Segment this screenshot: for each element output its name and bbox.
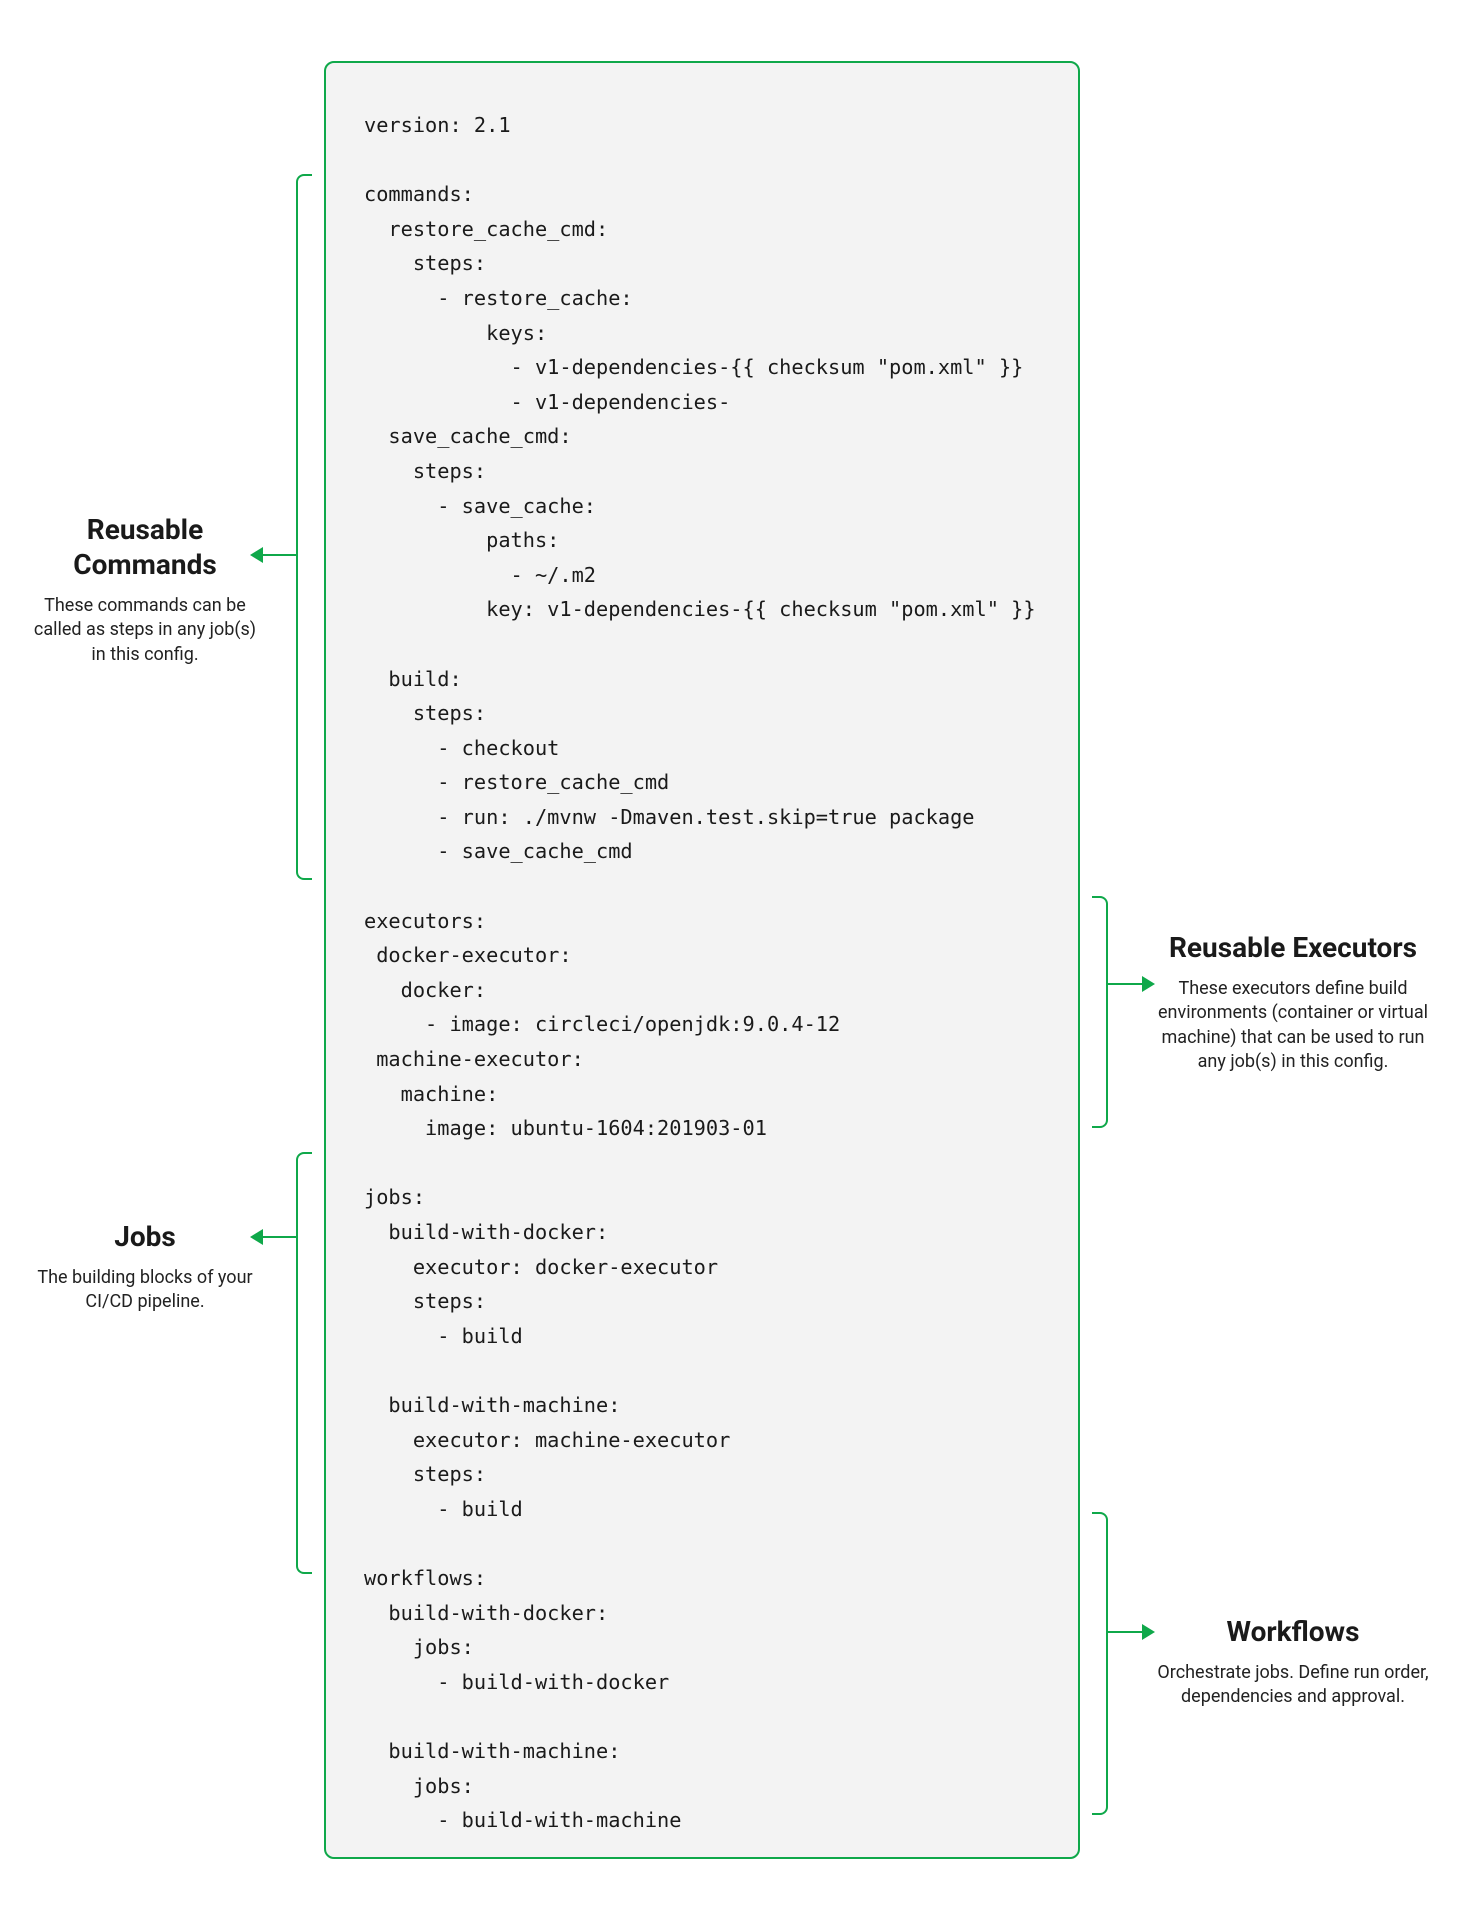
bracket-workflows — [1092, 1512, 1108, 1815]
arrow-line-jobs — [262, 1236, 296, 1238]
arrow-head-reusable-commands — [250, 547, 263, 563]
annotation-title: Jobs — [28, 1219, 262, 1254]
annotation-reusable-executors: Reusable Executors These executors defin… — [1152, 930, 1434, 1074]
annotation-desc: Orchestrate jobs. Define run order, depe… — [1152, 1661, 1434, 1710]
annotation-reusable-commands: Reusable Commands These commands can be … — [28, 512, 262, 667]
arrow-line-reusable-executors — [1108, 983, 1142, 985]
config-code-box: version: 2.1 commands: restore_cache_cmd… — [324, 61, 1080, 1859]
arrow-line-reusable-commands — [262, 554, 296, 556]
annotation-title: Workflows — [1152, 1614, 1434, 1649]
annotation-jobs: Jobs The building blocks of your CI/CD p… — [28, 1219, 262, 1315]
bracket-jobs — [296, 1152, 312, 1574]
annotation-desc: The building blocks of your CI/CD pipeli… — [28, 1266, 262, 1315]
annotation-workflows: Workflows Orchestrate jobs. Define run o… — [1152, 1614, 1434, 1710]
annotation-desc: These commands can be called as steps in… — [28, 594, 262, 667]
bracket-reusable-commands — [296, 174, 312, 880]
arrow-line-workflows — [1108, 1631, 1142, 1633]
config-yaml: version: 2.1 commands: restore_cache_cmd… — [364, 108, 1040, 1838]
arrow-head-workflows — [1142, 1624, 1155, 1640]
annotation-title: Reusable Commands — [28, 512, 262, 582]
bracket-reusable-executors — [1092, 896, 1108, 1128]
arrow-head-jobs — [250, 1229, 263, 1245]
arrow-head-reusable-executors — [1142, 976, 1155, 992]
annotation-title: Reusable Executors — [1152, 930, 1434, 965]
annotation-desc: These executors define build environment… — [1152, 977, 1434, 1074]
